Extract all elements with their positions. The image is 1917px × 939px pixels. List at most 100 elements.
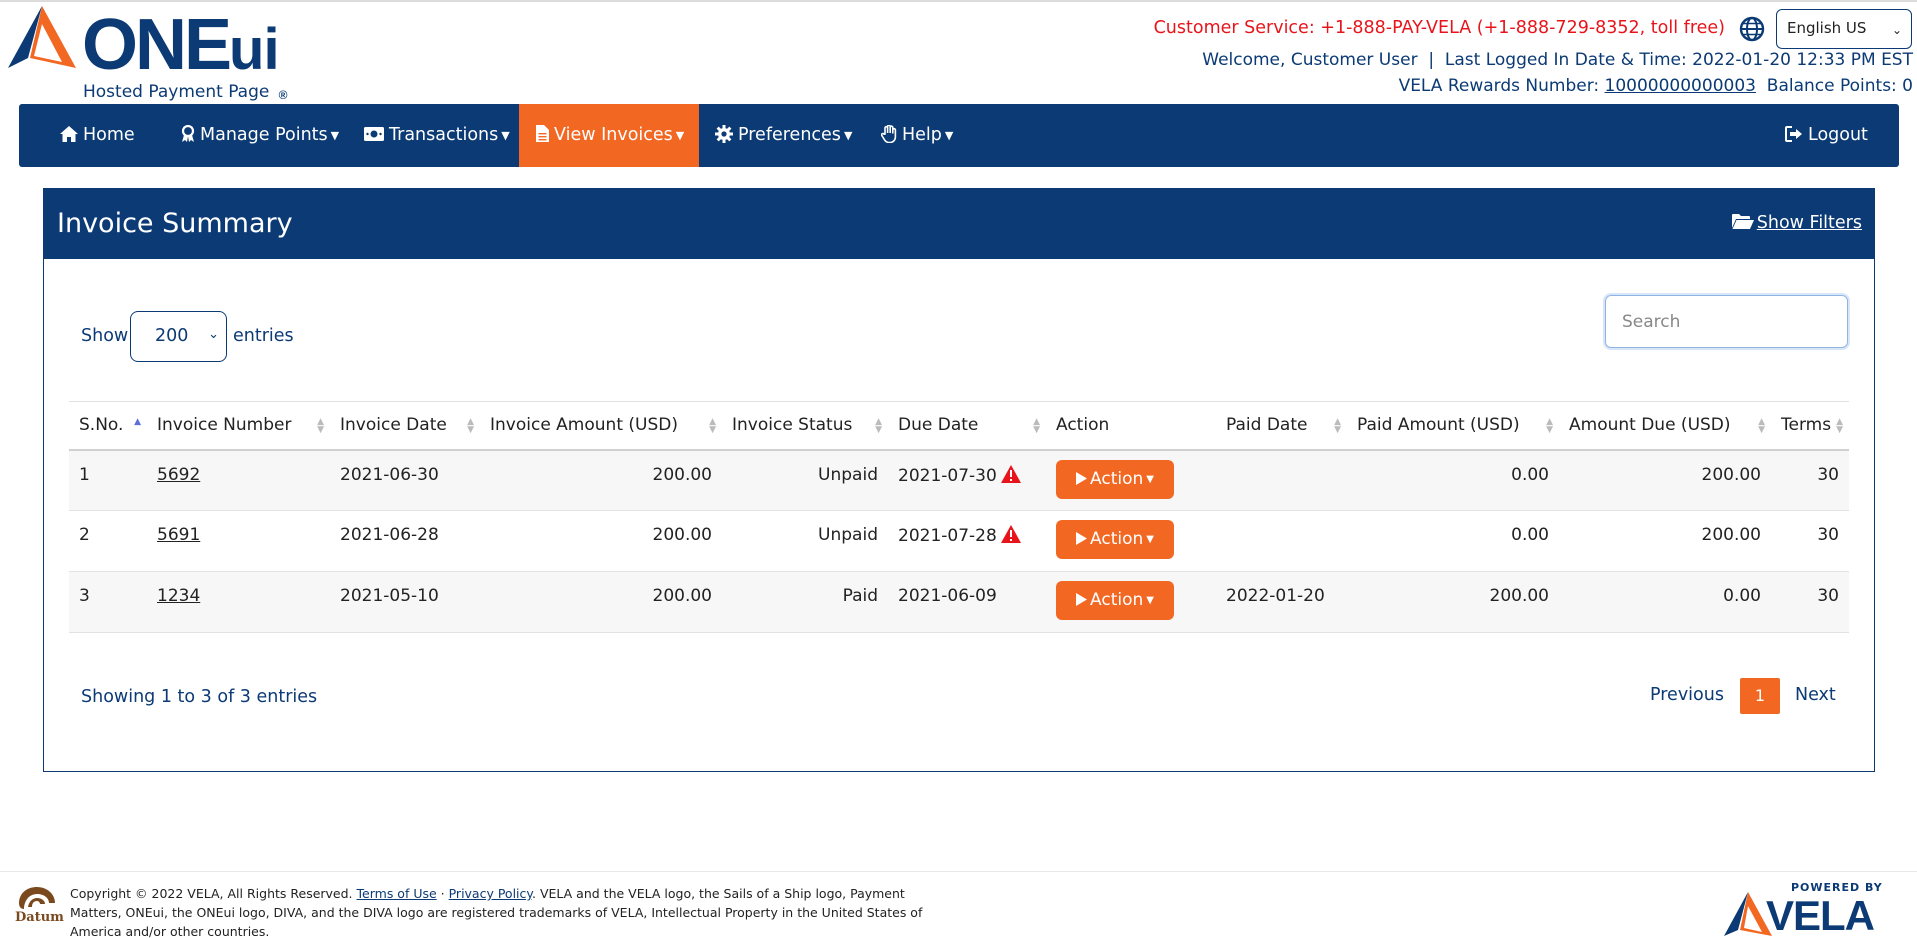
play-icon (1076, 593, 1088, 606)
nav-view-invoices-label: View Invoices (554, 125, 673, 145)
pagination-previous[interactable]: Previous (1650, 685, 1724, 705)
page-title: Invoice Summary (57, 208, 293, 239)
pagination-page-1[interactable]: 1 (1740, 678, 1780, 714)
home-icon (60, 126, 78, 142)
language-value: English US (1787, 19, 1867, 37)
table-info: Showing 1 to 3 of 3 entries (81, 687, 318, 707)
welcome-line: Welcome, Customer User | Last Logged In … (1202, 50, 1913, 70)
invoice-table: S.No. ▲ Invoice Number ▲ ▼ Invoice Date ▲ ▼ I… (69, 401, 1849, 633)
col-invoice-date[interactable]: Invoice Date ▲ ▼ (330, 401, 480, 451)
action-button[interactable]: Action ▼ (1056, 581, 1174, 620)
sort-icon: ▲ ▼ (1836, 417, 1843, 435)
cell-amount-due: 200.00 (1559, 449, 1771, 511)
card-header: Invoice Summary Show Filters (44, 189, 1874, 259)
oneui-logo[interactable]: ONEui® Hosted Payment Page (6, 6, 336, 104)
col-invoice-number[interactable]: Invoice Number ▲ ▼ (147, 401, 330, 451)
action-button[interactable]: Action ▼ (1056, 459, 1174, 499)
cell-paid-amount: 200.00 (1347, 571, 1559, 633)
language-select[interactable]: English US ⌄ (1776, 9, 1912, 49)
sail-logo-icon (8, 6, 76, 68)
entries-value: 200 (155, 326, 189, 346)
search-input[interactable]: Search (1605, 295, 1848, 348)
cell-terms: 30 (1771, 510, 1849, 572)
cell-sno: 1 (69, 449, 147, 511)
nav-help[interactable]: Help ▼ (881, 104, 953, 167)
rewards-line: VELA Rewards Number: 10000000000003 Bala… (1398, 76, 1913, 96)
caret-down-icon: ▼ (330, 129, 340, 142)
cell-paid-date (1216, 449, 1347, 511)
datum-label: Datum (15, 910, 64, 925)
sort-icon: ▲ ▼ (467, 417, 474, 435)
show-label: Show (81, 326, 129, 346)
nav-logout-label: Logout (1808, 125, 1868, 145)
nav-preferences-label: Preferences (738, 125, 841, 145)
sort-icon: ▲ ▼ (875, 417, 882, 435)
col-sno[interactable]: S.No. ▲ (69, 401, 147, 451)
cell-invoice-number: 1234 (147, 571, 330, 633)
sort-icon: ▲ ▼ (317, 417, 324, 435)
cell-invoice-number: 5691 (147, 510, 330, 572)
main-nav: Home Manage Points ▼ Transactions ▼ View I… (19, 104, 1899, 167)
invoice-link[interactable]: 1234 (157, 586, 200, 606)
cell-action: Action ▼ (1046, 449, 1216, 511)
table-header-row: S.No. ▲ Invoice Number ▲ ▼ Invoice Date ▲ ▼ I… (69, 401, 1849, 451)
warning-icon (1000, 525, 1021, 543)
col-paid-date[interactable]: Paid Date ▲ ▼ (1216, 401, 1347, 451)
entries-per-page-select[interactable]: 200 ⌄ (130, 311, 227, 362)
cell-due-date: 2021-07-28 (888, 510, 1046, 572)
col-terms[interactable]: Terms ▲ ▼ (1771, 401, 1849, 451)
invoice-summary-card: Invoice Summary Show Filters Show 200 ⌄ … (43, 188, 1875, 772)
nav-help-label: Help (902, 125, 942, 145)
chevron-down-icon: ⌄ (1891, 23, 1902, 37)
col-due-date[interactable]: Due Date ▲ ▼ (888, 401, 1046, 451)
nav-transactions[interactable]: Transactions ▼ (364, 104, 510, 167)
nav-manage-points-label: Manage Points (200, 125, 328, 145)
caret-down-icon: ▼ (675, 129, 685, 142)
privacy-policy-link[interactable]: Privacy Policy (449, 886, 532, 901)
col-amount-due[interactable]: Amount Due (USD) ▲ ▼ (1559, 401, 1771, 451)
col-invoice-status[interactable]: Invoice Status ▲ ▼ (722, 401, 888, 451)
cell-sno: 2 (69, 510, 147, 572)
cell-due-date: 2021-06-09 (888, 571, 1046, 633)
nav-home[interactable]: Home (60, 104, 135, 167)
globe-icon (1739, 16, 1765, 42)
sort-icon: ▲ ▼ (1033, 417, 1040, 435)
chevron-down-icon: ⌄ (208, 327, 219, 342)
money-icon (364, 127, 384, 141)
sort-asc-icon: ▲ (134, 417, 141, 427)
play-icon (1076, 532, 1088, 545)
brand-subtitle: Hosted Payment Page (83, 82, 270, 102)
nav-manage-points[interactable]: Manage Points ▼ (181, 104, 339, 167)
logout-icon (1785, 126, 1802, 142)
sort-icon: ▲ ▼ (1758, 417, 1765, 435)
show-filters-label: Show Filters (1756, 213, 1862, 233)
cell-due-date: 2021-07-30 (888, 449, 1046, 511)
cell-action: Action ▼ (1046, 510, 1216, 572)
action-button[interactable]: Action ▼ (1056, 520, 1174, 559)
play-icon (1076, 471, 1088, 485)
table-row: 3 1234 2021-05-10 200.00 Paid 2021-06-09… (69, 571, 1849, 633)
cell-paid-date (1216, 510, 1347, 572)
rewards-number-link[interactable]: 10000000000003 (1605, 76, 1756, 96)
show-filters-link[interactable]: Show Filters (1731, 213, 1862, 233)
cell-amount-due: 0.00 (1559, 571, 1771, 633)
nav-view-invoices[interactable]: View Invoices ▼ (519, 104, 699, 167)
file-icon (536, 125, 549, 142)
col-action: Action (1046, 401, 1216, 451)
nav-logout[interactable]: Logout (1785, 104, 1868, 167)
terms-of-use-link[interactable]: Terms of Use (357, 886, 437, 901)
top-border (0, 0, 1917, 2)
cell-paid-amount: 0.00 (1347, 449, 1559, 511)
cell-status: Paid (722, 571, 888, 633)
customer-service-text: Customer Service: +1-888-PAY-VELA (+1-88… (1153, 18, 1725, 38)
col-paid-amount[interactable]: Paid Amount (USD) ▲ ▼ (1347, 401, 1559, 451)
gear-icon (715, 125, 733, 143)
cell-sno: 3 (69, 571, 147, 633)
col-invoice-amount[interactable]: Invoice Amount (USD) ▲ ▼ (480, 401, 722, 451)
nav-preferences[interactable]: Preferences ▼ (715, 104, 852, 167)
pagination-next[interactable]: Next (1795, 685, 1836, 705)
cell-invoice-date: 2021-06-30 (330, 449, 480, 511)
footer-divider (0, 871, 1917, 872)
invoice-link[interactable]: 5692 (157, 465, 200, 485)
invoice-link[interactable]: 5691 (157, 525, 200, 545)
